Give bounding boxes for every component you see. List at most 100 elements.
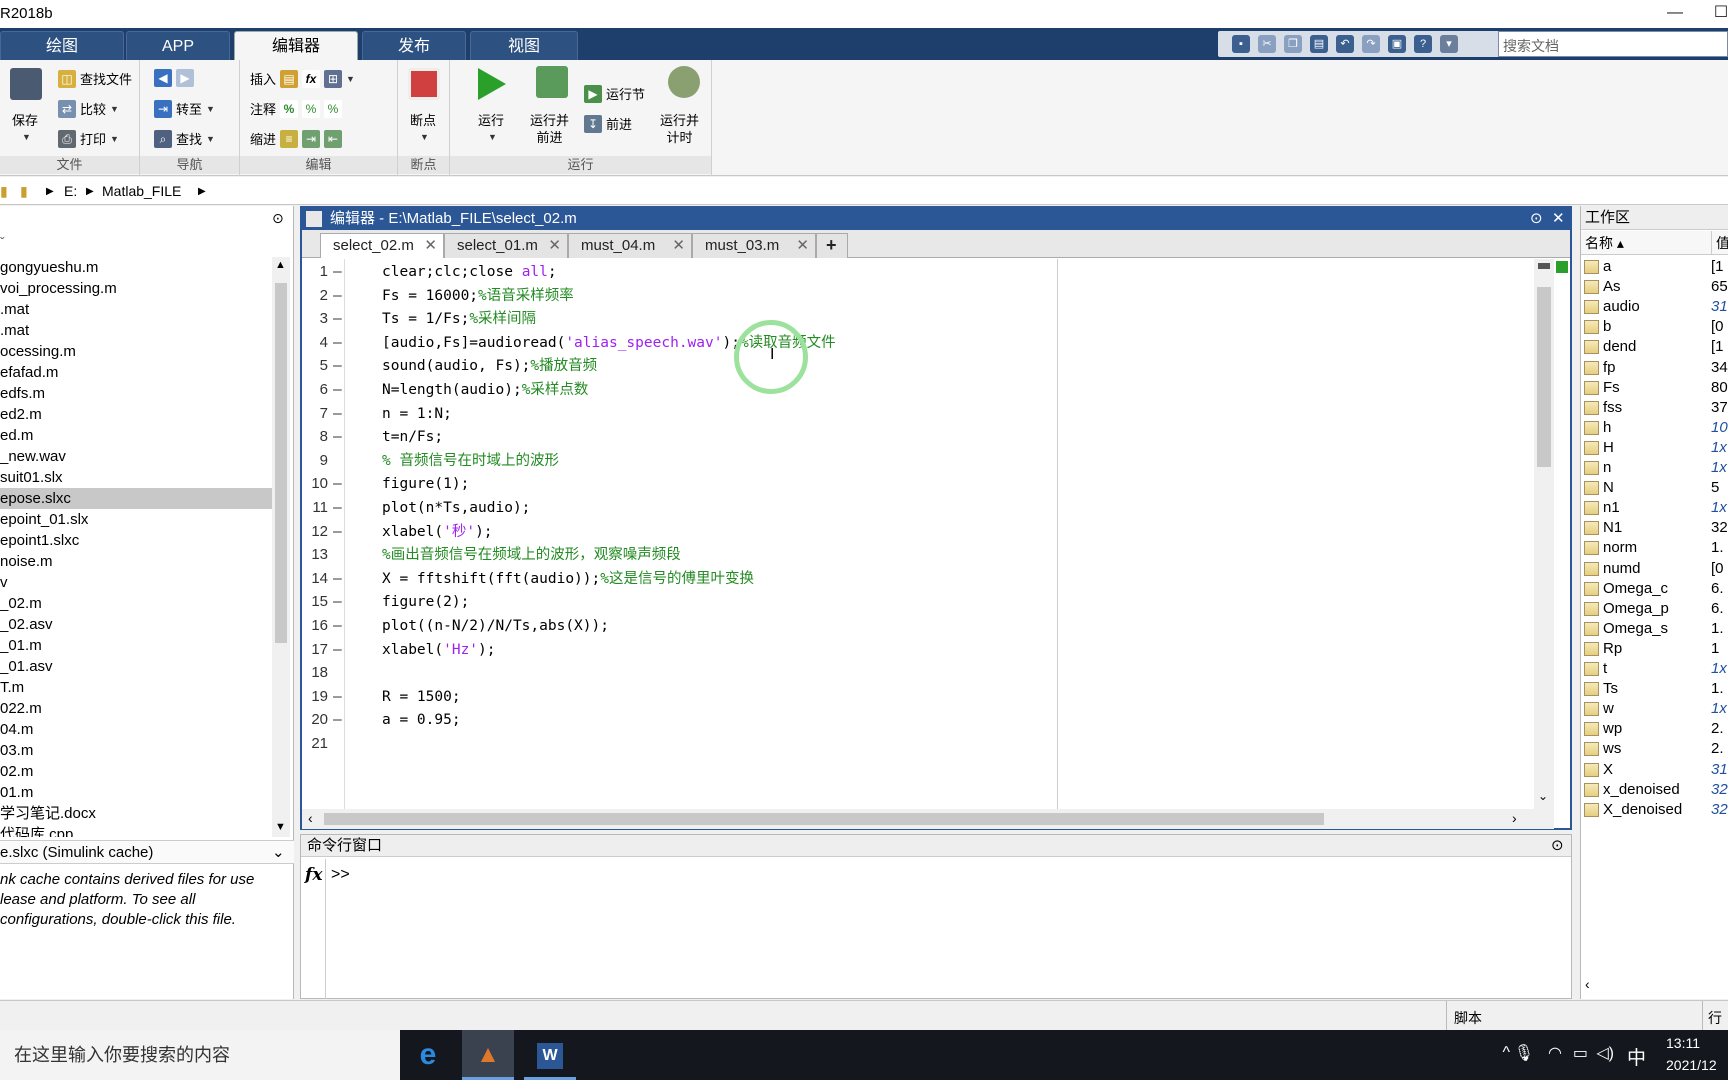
breakpoint-marker[interactable]: —: [333, 330, 342, 356]
clock-date[interactable]: 2021/12: [1666, 1057, 1728, 1073]
details-header[interactable]: e.slxc (Simulink cache) ⌄: [0, 840, 294, 864]
code-line[interactable]: 13 %画出音频信号在频域上的波形，观察噪声频段: [302, 542, 1552, 568]
file-list-item[interactable]: _02.m: [0, 593, 272, 614]
code-line[interactable]: 7 — n = 1:N;: [302, 401, 1552, 427]
code-line[interactable]: 15 — figure(2);: [302, 589, 1552, 615]
workspace-variable-row[interactable]: b [0: [1581, 317, 1728, 337]
tab-view[interactable]: 视图: [470, 31, 578, 60]
code-line[interactable]: 10 — figure(1);: [302, 471, 1552, 497]
workspace-variable-row[interactable]: Ts 1.: [1581, 679, 1728, 699]
editor-tab-must-04[interactable]: must_04.m ✕: [568, 233, 692, 258]
workspace-variable-row[interactable]: audio 31: [1581, 297, 1728, 317]
breakpoints-button[interactable]: 断点: [410, 112, 436, 129]
tab-editor[interactable]: 编辑器: [234, 31, 358, 60]
file-list-item[interactable]: .mat: [0, 299, 272, 320]
search-docs-input[interactable]: 搜索文档: [1498, 31, 1728, 57]
code-line[interactable]: 19 — R = 1500;: [302, 684, 1552, 710]
scroll-down-icon[interactable]: ⌄: [1538, 789, 1548, 803]
workspace-variable-row[interactable]: N1 32: [1581, 518, 1728, 538]
compare-button[interactable]: ⇄ 比较 ▼: [58, 99, 119, 118]
scroll-thumb[interactable]: [1537, 287, 1551, 467]
file-list-item[interactable]: v: [0, 572, 272, 593]
chevron-right-icon[interactable]: ▶: [198, 186, 206, 197]
workspace-variable-row[interactable]: X 31: [1581, 760, 1728, 780]
save-dropdown-icon[interactable]: ▼: [22, 132, 31, 142]
chevron-down-icon[interactable]: ▼: [420, 132, 429, 142]
breakpoint-marker[interactable]: —: [333, 353, 342, 379]
code-line[interactable]: 16 — plot((n-N/2)/N/Ts,abs(X));: [302, 613, 1552, 639]
help-icon[interactable]: ?: [1414, 35, 1432, 53]
workspace-variable-row[interactable]: norm 1.: [1581, 538, 1728, 558]
breakpoint-marker[interactable]: —: [333, 495, 342, 521]
forward-arrow-icon[interactable]: ▶: [176, 69, 194, 87]
back-forward-buttons[interactable]: ◀ ▶: [154, 69, 194, 87]
file-list-scrollbar[interactable]: ▲ ▼: [272, 257, 290, 837]
breakpoint-marker[interactable]: —: [333, 684, 342, 710]
code-line[interactable]: 2 — Fs = 16000;%语音采样频率: [302, 283, 1552, 309]
code-line[interactable]: 18: [302, 660, 1552, 686]
workspace-variable-row[interactable]: w 1x: [1581, 699, 1728, 719]
workspace-variable-row[interactable]: Omega_s 1.: [1581, 619, 1728, 639]
tab-plots[interactable]: 绘图: [0, 31, 124, 60]
file-list-item[interactable]: suit01.slx: [0, 467, 272, 488]
editor-horizontal-scrollbar[interactable]: ‹ ›: [302, 809, 1554, 829]
cut-icon[interactable]: ✂: [1258, 35, 1276, 53]
save-button[interactable]: 保存: [12, 112, 38, 129]
code-line[interactable]: 9 % 音频信号在时域上的波形: [302, 448, 1552, 474]
file-list-item[interactable]: .mat: [0, 320, 272, 341]
comment-icon[interactable]: %: [280, 99, 299, 118]
sort-icon[interactable]: ˇ: [0, 234, 5, 250]
breakpoint-marker[interactable]: —: [333, 707, 342, 733]
workspace-variable-row[interactable]: N5: [1581, 478, 1728, 498]
increase-indent-icon[interactable]: ⇥: [302, 129, 321, 148]
file-list-item[interactable]: epose.slxc: [0, 488, 272, 509]
breadcrumb-drive[interactable]: E:: [64, 183, 77, 199]
breakpoint-marker[interactable]: —: [333, 471, 342, 497]
editor-tab-select-01[interactable]: select_01.m ✕: [444, 233, 568, 258]
file-list-item[interactable]: T.m: [0, 677, 272, 698]
code-line[interactable]: 1 — clear;clc;close all;: [302, 259, 1552, 285]
input-method-indicator[interactable]: 中: [1627, 1043, 1646, 1070]
chevron-up-icon[interactable]: ^: [1502, 1044, 1510, 1062]
scroll-left-icon[interactable]: ‹: [1585, 976, 1590, 992]
breakpoint-marker[interactable]: —: [333, 401, 342, 427]
code-area[interactable]: 1 — clear;clc;close all; 2 — Fs = 16000;%语音采样…: [302, 259, 1552, 809]
breakpoint-marker[interactable]: —: [333, 613, 342, 639]
insert-section-icon[interactable]: ▤: [280, 69, 299, 88]
close-tab-icon[interactable]: ✕: [424, 234, 437, 258]
file-list-item[interactable]: 代码库.cpp: [0, 824, 272, 837]
fx-icon[interactable]: fx: [302, 69, 321, 88]
editor-tab-must-03[interactable]: must_03.m ✕: [692, 233, 816, 258]
breakpoint-marker[interactable]: —: [333, 566, 342, 592]
file-list-item[interactable]: _new.wav: [0, 446, 272, 467]
battery-icon[interactable]: ▭: [1573, 1043, 1588, 1063]
volume-icon[interactable]: ◁): [1596, 1043, 1614, 1063]
breakpoint-marker[interactable]: —: [333, 589, 342, 615]
save-icon[interactable]: ▪: [1232, 35, 1250, 53]
file-list-item[interactable]: _02.asv: [0, 614, 272, 635]
command-input[interactable]: [361, 861, 1561, 991]
workspace-variable-row[interactable]: Omega_p 6.: [1581, 599, 1728, 619]
panel-menu-icon[interactable]: ⊙: [272, 210, 284, 227]
breakpoint-marker[interactable]: —: [333, 259, 342, 285]
paste-icon[interactable]: ▤: [1310, 35, 1328, 53]
workspace-variable-row[interactable]: Rp 1: [1581, 639, 1728, 659]
word-app[interactable]: W: [524, 1030, 576, 1080]
fx-icon[interactable]: fx: [305, 865, 322, 885]
advance-button[interactable]: ↧ 前进: [584, 114, 632, 133]
run-and-time-icon[interactable]: [668, 66, 700, 98]
file-list-item[interactable]: gongyueshu.m: [0, 257, 272, 278]
scroll-right-icon[interactable]: ›: [1512, 810, 1517, 826]
editor-vertical-scrollbar[interactable]: ⌄: [1534, 259, 1554, 809]
breakpoint-marker[interactable]: —: [333, 519, 342, 545]
close-tab-icon[interactable]: ✕: [672, 234, 685, 258]
code-line[interactable]: 14 — X = fftshift(fft(audio));%这是信号的傅里叶变换: [302, 566, 1552, 592]
save-icon[interactable]: [10, 68, 42, 100]
file-list-item[interactable]: 04.m: [0, 719, 272, 740]
workspace-variable-row[interactable]: fp 34: [1581, 358, 1728, 378]
workspace-variable-row[interactable]: t 1x: [1581, 659, 1728, 679]
code-line[interactable]: 17 — xlabel('Hz');: [302, 637, 1552, 663]
editor-menu-icon[interactable]: ⊙: [1530, 208, 1543, 230]
code-line[interactable]: 20 — a = 0.95;: [302, 707, 1552, 733]
workspace-variable-row[interactable]: ws 2.: [1581, 739, 1728, 759]
